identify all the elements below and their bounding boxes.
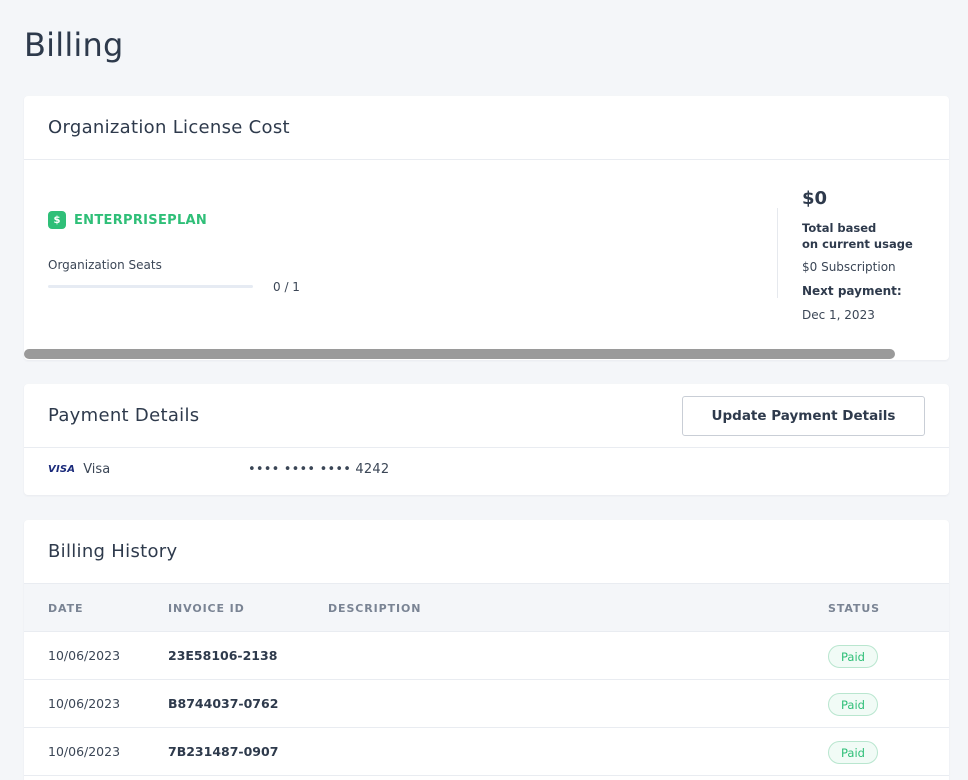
column-header-status[interactable]: STATUS (828, 602, 880, 615)
next-payment-date: Dec 1, 2023 (802, 308, 875, 322)
seats-count: 0 / 1 (273, 280, 300, 294)
row-invoice-id: B8744037-0762 (168, 696, 279, 711)
table-row[interactable]: 10/06/2023 7B231487-0907 Paid (24, 728, 949, 776)
cost-divider (777, 208, 778, 298)
visa-icon: VISA (48, 464, 76, 475)
history-card-header: Billing History (24, 520, 949, 584)
history-card-title: Billing History (48, 541, 178, 562)
license-card-header: Organization License Cost (24, 96, 949, 160)
horizontal-scrollbar[interactable] (24, 349, 895, 359)
table-row[interactable]: 10/06/2023 23E58106-2138 Paid (24, 632, 949, 680)
row-date: 10/06/2023 (48, 744, 121, 759)
status-badge: Paid (828, 693, 878, 716)
cost-amount: $0 (802, 188, 828, 209)
plan-badge: $ ENTERPRISEPLAN (48, 211, 207, 229)
card-brand: Visa (83, 462, 111, 477)
next-payment-label: Next payment: (802, 284, 902, 298)
column-header-invoice[interactable]: INVOICE ID (168, 602, 245, 615)
status-badge: Paid (828, 645, 878, 668)
row-invoice-id: 23E58106-2138 (168, 648, 278, 663)
row-invoice-id: 7B231487-0907 (168, 744, 279, 759)
payment-card-header: Payment Details Update Payment Details (24, 384, 949, 448)
page-title: Billing (24, 26, 124, 64)
payment-card-title: Payment Details (48, 405, 200, 426)
license-cost-card: Organization License Cost $ ENTERPRISEPL… (24, 96, 949, 360)
dollar-icon: $ (48, 211, 66, 229)
column-header-date[interactable]: DATE (48, 602, 83, 615)
plan-name: ENTERPRISEPLAN (74, 212, 208, 228)
table-header: DATE INVOICE ID DESCRIPTION STATUS (24, 584, 949, 632)
status-badge: Paid (828, 741, 878, 764)
payment-details-card: Payment Details Update Payment Details V… (24, 384, 949, 495)
cost-total-label: Total based on current usage (802, 220, 932, 252)
cost-total-line1: Total based (802, 221, 877, 235)
license-card-title: Organization License Cost (48, 117, 290, 138)
payment-method: VISA Visa (48, 462, 110, 477)
row-date: 10/06/2023 (48, 696, 121, 711)
card-number: •••• •••• •••• 4242 (248, 462, 390, 477)
cost-total-line2: on current usage (802, 237, 913, 251)
seats-progress-bar (48, 285, 253, 288)
update-payment-button[interactable]: Update Payment Details (682, 395, 925, 436)
table-row[interactable]: 10/06/2023 B8744037-0762 Paid (24, 680, 949, 728)
subscription-amount: $0 Subscription (802, 260, 896, 274)
billing-history-card: Billing History DATE INVOICE ID DESCRIPT… (24, 520, 949, 780)
row-date: 10/06/2023 (48, 648, 121, 663)
column-header-description[interactable]: DESCRIPTION (328, 602, 421, 615)
seats-label: Organization Seats (48, 258, 162, 272)
